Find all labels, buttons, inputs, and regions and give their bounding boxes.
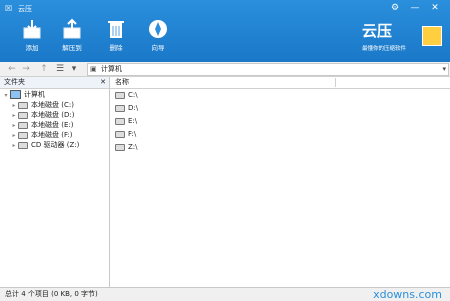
file-list-panel: 名称 C:\ D:\ E:\ F:\ Z:\: [110, 77, 450, 287]
disk-drive-icon: [115, 117, 125, 125]
wizard-button[interactable]: 向导: [138, 18, 178, 52]
extract-icon: [63, 18, 81, 39]
add-archive-icon: [23, 20, 41, 39]
disk-drive-icon: [18, 131, 28, 139]
expand-icon[interactable]: ▸: [10, 121, 18, 130]
disk-drive-icon: [115, 104, 125, 112]
file-list-header: 名称: [110, 77, 450, 89]
column-divider[interactable]: [335, 78, 336, 87]
tree-item-label: 本地磁盘 (D:): [31, 111, 75, 119]
tree-item-label: CD 驱动器 (Z:): [31, 141, 80, 149]
navigation-bar: ← → ↑ ☰ ▾ ▣ 计算机 ▾: [0, 62, 450, 77]
disk-drive-icon: [18, 121, 28, 129]
disk-drive-icon: [18, 101, 28, 109]
close-button[interactable]: ✕: [428, 2, 442, 14]
address-bar[interactable]: ▣ 计算机 ▾: [87, 63, 449, 76]
wizard-button-label: 向导: [151, 44, 165, 52]
file-row-name: D:\: [128, 104, 139, 112]
file-row[interactable]: Z:\: [115, 143, 138, 152]
folder-tree-panel: 文件夹 ✕ ▾ 计算机 ▸ 本地磁盘 (C:) ▸ 本地磁盘 (D:) ▸ 本地磁盘 (…: [0, 77, 110, 287]
tree-item-drive-d[interactable]: ▸ 本地磁盘 (D:): [10, 111, 74, 120]
tree-item-label: 本地磁盘 (F:): [31, 131, 73, 139]
file-row[interactable]: F:\: [115, 130, 136, 139]
address-dropdown-icon[interactable]: ▾: [442, 64, 446, 75]
file-row-name: F:\: [128, 130, 137, 138]
tree-item-computer[interactable]: ▾ 计算机: [2, 90, 45, 99]
cd-drive-icon: [115, 143, 125, 151]
delete-button[interactable]: 删除: [96, 18, 136, 52]
tree-item-label: 本地磁盘 (E:): [31, 121, 74, 129]
computer-icon: [10, 90, 21, 99]
window-title: 云压: [18, 5, 32, 13]
delete-icon: [108, 21, 124, 38]
expand-icon[interactable]: ▸: [10, 101, 18, 110]
minimize-button[interactable]: —: [408, 2, 422, 14]
view-dropdown-icon[interactable]: ▾: [68, 63, 80, 75]
file-row[interactable]: D:\: [115, 104, 138, 113]
address-value: 计算机: [101, 65, 122, 73]
brand-slogan: 最懂你的压缩软件: [362, 46, 407, 52]
settings-gear-icon[interactable]: ⚙: [388, 2, 402, 14]
tree-item-drive-c[interactable]: ▸ 本地磁盘 (C:): [10, 101, 74, 110]
column-header-name[interactable]: 名称: [115, 78, 129, 87]
disk-drive-icon: [115, 91, 125, 99]
app-logo-icon: ☒: [5, 4, 13, 13]
status-bar: 总计 4 个项目 (0 KB, 0 字节) xdowns.com: [0, 287, 450, 301]
expand-icon[interactable]: ▸: [10, 141, 18, 150]
computer-icon: ▣: [90, 65, 97, 73]
file-row-name: C:\: [128, 91, 138, 99]
tree-item-label: 计算机: [24, 90, 45, 99]
up-arrow-icon[interactable]: ↑: [38, 63, 50, 75]
status-text: 总计 4 个项目 (0 KB, 0 字节): [5, 290, 98, 298]
extract-button[interactable]: 解压到: [52, 18, 92, 52]
file-row[interactable]: E:\: [115, 117, 137, 126]
folder-panel-header: 文件夹 ✕: [0, 77, 109, 89]
folder-panel-title: 文件夹: [4, 78, 25, 86]
cd-drive-icon: [18, 141, 28, 149]
wizard-icon: [149, 20, 167, 38]
forward-arrow-icon[interactable]: →: [20, 63, 32, 75]
back-arrow-icon[interactable]: ←: [6, 63, 18, 75]
file-row[interactable]: C:\: [115, 91, 138, 100]
folder-panel-close-icon[interactable]: ✕: [100, 77, 106, 88]
file-row-name: Z:\: [128, 143, 138, 151]
extract-button-label: 解压到: [62, 44, 82, 52]
add-button-label: 添加: [25, 44, 39, 52]
collapse-icon[interactable]: ▾: [2, 91, 10, 100]
expand-icon[interactable]: ▸: [10, 131, 18, 140]
delete-button-label: 删除: [109, 44, 123, 52]
brand-box-icon: [422, 26, 442, 46]
tree-item-label: 本地磁盘 (C:): [31, 101, 74, 109]
file-row-name: E:\: [128, 117, 138, 125]
brand-name: 云压: [362, 22, 393, 40]
tree-item-drive-f[interactable]: ▸ 本地磁盘 (F:): [10, 131, 73, 140]
add-button[interactable]: 添加: [12, 18, 52, 52]
tree-item-drive-e[interactable]: ▸ 本地磁盘 (E:): [10, 121, 73, 130]
view-list-icon[interactable]: ☰: [54, 63, 66, 75]
brand-logo: 云压 最懂你的压缩软件: [362, 20, 442, 58]
disk-drive-icon: [18, 111, 28, 119]
expand-icon[interactable]: ▸: [10, 111, 18, 120]
disk-drive-icon: [115, 130, 125, 138]
watermark: xdowns.com: [373, 288, 442, 301]
title-bar: ☒ 云压 ⚙ — ✕ 添加 解压到 删除 向导 云压 最懂你的压缩软件: [0, 0, 450, 62]
tree-item-drive-z[interactable]: ▸ CD 驱动器 (Z:): [10, 141, 79, 150]
